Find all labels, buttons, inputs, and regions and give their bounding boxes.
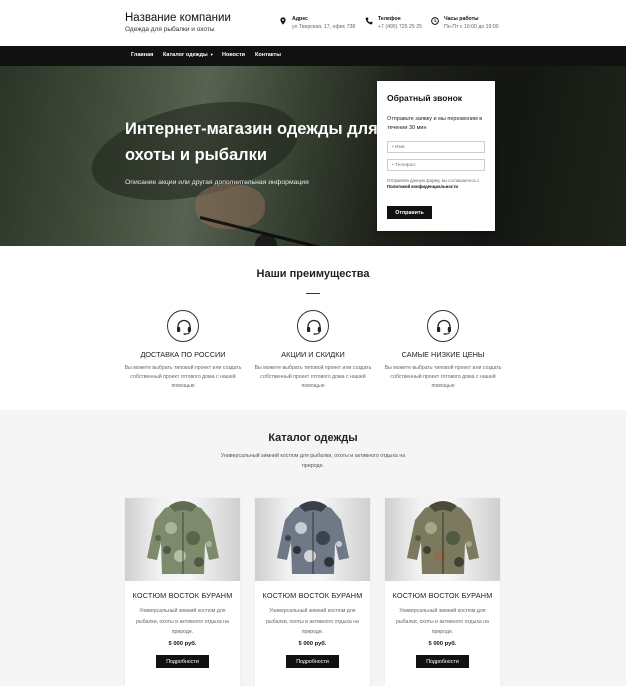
product-name: КОСТЮМ ВОСТОК БУРАНМ: [262, 591, 363, 600]
product-image: [125, 498, 240, 581]
product-name: КОСТЮМ ВОСТОК БУРАНМ: [392, 591, 493, 600]
product-desc: Универсальный зимний костюм для рыбалки,…: [396, 608, 489, 635]
advantage-name: АКЦИИ И СКИДКИ: [281, 350, 345, 359]
product-image: [255, 498, 370, 581]
product-image: [385, 498, 500, 581]
nav-item-contacts[interactable]: Контакты: [255, 52, 281, 58]
jacket-image: [407, 501, 479, 574]
clock-icon: [431, 17, 439, 25]
chevron-down-icon: ▼: [209, 52, 214, 57]
hours-value: Пн-Пт с 10:00 до 19:00: [444, 24, 499, 30]
callback-text: Отправьте заявку и мы перезвоним в течен…: [387, 116, 483, 131]
address-label: Адрес: [292, 16, 308, 22]
phone-value[interactable]: +7 (495) 725 25 25: [378, 24, 422, 30]
advantage-name: САМЫЕ НИЗКИЕ ЦЕНЫ: [401, 350, 485, 359]
jacket-image: [277, 501, 349, 574]
company-tagline: Одежда для рыбалки и охоты: [125, 26, 215, 33]
title-divider: [306, 293, 320, 294]
product-price: 5 000 руб.: [298, 641, 327, 647]
details-button[interactable]: Подробности: [416, 655, 469, 668]
nav-item-news[interactable]: Новости: [222, 52, 245, 58]
headset-icon: [167, 310, 199, 342]
product-card[interactable]: КОСТЮМ ВОСТОК БУРАНМ Универсальный зимни…: [125, 498, 240, 686]
headset-icon: [427, 310, 459, 342]
address-value: ул Тверская, 17, офис 738: [292, 24, 356, 30]
product-price: 5 000 руб.: [168, 641, 197, 647]
company-name[interactable]: Название компании: [125, 12, 231, 24]
catalog-title: Каталог одежды: [268, 432, 358, 444]
name-input[interactable]: [387, 141, 485, 153]
product-card[interactable]: КОСТЮМ ВОСТОК БУРАНМ Универсальный зимни…: [385, 498, 500, 686]
details-button[interactable]: Подробности: [286, 655, 339, 668]
advantages-title: Наши преимущества: [256, 268, 370, 280]
hero-subtitle: Описание акции или другая дополнительная…: [125, 179, 309, 186]
product-desc: Универсальный зимний костюм для рыбалки,…: [136, 608, 229, 635]
product-name: КОСТЮМ ВОСТОК БУРАНМ: [132, 591, 233, 600]
callback-title: Обратный звонок: [387, 93, 463, 103]
nav-item-catalog[interactable]: Каталог одежды ▼: [163, 52, 214, 58]
consent-prefix: Отправляя данную форму, вы соглашаетесь …: [387, 178, 480, 183]
headset-icon: [297, 310, 329, 342]
main-nav: Главная Каталог одежды ▼ Новости Контакты: [0, 46, 626, 66]
jacket-image: [147, 501, 219, 574]
advantage-desc: Вы можете выбрать типовой проект или соз…: [124, 365, 242, 389]
catalog-section: Каталог одежды Универсальный зимний кост…: [0, 410, 626, 686]
product-desc: Универсальный зимний костюм для рыбалки,…: [266, 608, 359, 635]
details-button[interactable]: Подробности: [156, 655, 209, 668]
product-price: 5 000 руб.: [428, 641, 457, 647]
product-card[interactable]: КОСТЮМ ВОСТОК БУРАНМ Универсальный зимни…: [255, 498, 370, 686]
hero-title: Интернет-магазин одежды для охоты и рыба…: [125, 120, 378, 164]
hero-banner: Интернет-магазин одежды для охоты и рыба…: [0, 66, 626, 246]
privacy-policy-link[interactable]: Политикой конфиденциальности: [387, 184, 458, 189]
phone-input[interactable]: [387, 159, 485, 171]
hours-label: Часы работы: [444, 16, 479, 22]
callback-form: Обратный звонок Отправьте заявку и мы пе…: [377, 81, 495, 231]
advantage-name: ДОСТАВКА ПО РОССИИ: [140, 350, 226, 359]
submit-button[interactable]: Отправить: [387, 206, 432, 219]
nav-item-catalog-label: Каталог одежды: [163, 52, 208, 58]
phone-icon: [365, 17, 373, 25]
advantage-desc: Вы можете выбрать типовой проект или соз…: [384, 365, 502, 389]
site-header: Название компании Одежда для рыбалки и о…: [0, 0, 626, 46]
advantage-desc: Вы можете выбрать типовой проект или соз…: [254, 365, 372, 389]
map-pin-icon: [280, 17, 286, 25]
catalog-description: Универсальный зимний костюм для рыбалки,…: [220, 453, 406, 469]
phone-label: Телефон: [378, 16, 401, 22]
consent-text: Отправляя данную форму, вы соглашаетесь …: [387, 178, 487, 190]
nav-item-home[interactable]: Главная: [131, 52, 153, 58]
